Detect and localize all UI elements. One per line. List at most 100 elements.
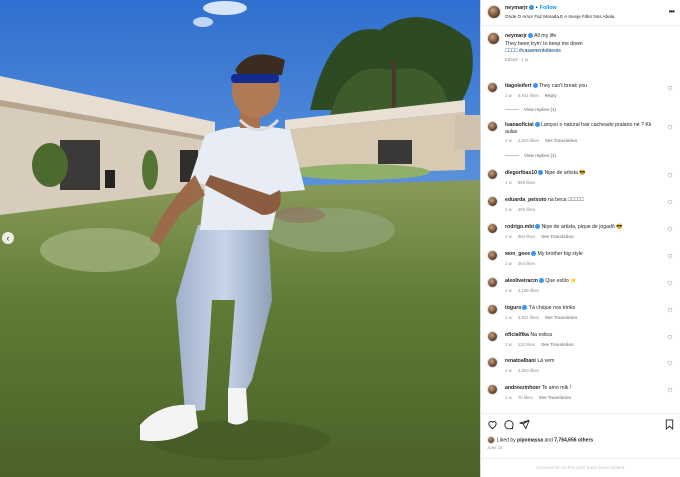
post-photo[interactable]: ‹	[0, 0, 480, 477]
view-replies-button[interactable]: View replies (1)	[505, 107, 556, 112]
comment-likes[interactable]: 70 likes	[518, 395, 533, 400]
comment-text: Te amo mlk !	[541, 385, 572, 391]
comment-likes[interactable]: 2,504 likes	[518, 138, 539, 143]
caption-username[interactable]: neymarjr	[505, 33, 527, 39]
comment-item: won_geee My brother big style 1 w 364 lik…	[487, 250, 677, 274]
heart-icon[interactable]	[487, 419, 498, 430]
comment-likes[interactable]: 5,641 likes	[518, 93, 539, 98]
liked-user[interactable]: pipomassa	[517, 437, 543, 443]
avatar[interactable]	[487, 304, 498, 315]
avatar[interactable]	[487, 121, 498, 132]
comment-text: Nipe de artista, pique de jogadô 😎	[541, 224, 623, 230]
avatar[interactable]	[487, 384, 498, 395]
comment-time: 1 w	[505, 93, 512, 98]
comment-likes[interactable]: 480 likes	[518, 207, 535, 212]
caption-line3[interactable]: □□□□ #casamentobieois	[505, 48, 561, 54]
heart-icon[interactable]	[667, 280, 673, 286]
verified-icon	[538, 169, 544, 175]
liked-by[interactable]: Liked by pipomassa and 7,764,656 others	[487, 435, 593, 444]
comment-time: 1 w	[505, 180, 512, 185]
verified-icon	[534, 121, 540, 127]
comment-username[interactable]: tiagoleifert	[505, 83, 532, 89]
heart-icon[interactable]	[667, 85, 673, 91]
heart-icon[interactable]	[667, 124, 673, 130]
comment-time: 1 w	[505, 207, 512, 212]
share-icon[interactable]	[519, 419, 530, 430]
comment-likes[interactable]: 364 likes	[518, 261, 535, 266]
comment-text: Tá chique nos trinks	[528, 305, 576, 311]
avatar[interactable]	[487, 277, 498, 288]
comment-username[interactable]: toguro	[505, 305, 521, 311]
comment-text: My brother big style	[537, 251, 583, 257]
comment-item: toguro Tá chique nos trinks 1 w 3,921 lik…	[487, 304, 677, 328]
heart-icon[interactable]	[667, 307, 673, 313]
comment-text: Nipe de artista 😎	[544, 170, 586, 176]
avatar[interactable]	[487, 32, 500, 45]
caption-meta: Edited · 1 w	[505, 56, 529, 62]
comment-likes[interactable]: 3,921 likes	[518, 315, 539, 320]
post-location[interactable]: Onde O Amor Faz Morada E A Inveja Fdko N…	[505, 14, 614, 19]
comment-text: Lançou o natural hair cacheado praiano n…	[541, 122, 652, 128]
comment-text: Que estilo ⭐	[545, 278, 577, 284]
heart-icon[interactable]	[667, 334, 673, 340]
author-username[interactable]: neymarjr	[505, 5, 528, 11]
avatar[interactable]	[487, 196, 498, 207]
heart-icon[interactable]	[667, 172, 673, 178]
see-translation-button[interactable]: See Translation	[545, 138, 577, 143]
verified-icon	[522, 304, 528, 310]
avatar[interactable]	[487, 82, 498, 93]
avatar[interactable]	[487, 223, 498, 234]
comment-likes[interactable]: 132 likes	[518, 342, 535, 347]
post-date[interactable]: JUNE 28	[487, 446, 502, 450]
comment-username[interactable]: renatoalbani	[505, 358, 536, 364]
comment-username[interactable]: aleoliveiracm	[505, 278, 538, 284]
heart-icon[interactable]	[667, 387, 673, 393]
avatar[interactable]	[487, 169, 498, 180]
avatar[interactable]	[487, 357, 498, 368]
see-translation-button[interactable]: See Translation	[541, 234, 573, 239]
comment-time: 1 w	[505, 315, 512, 320]
follow-button[interactable]: Follow	[540, 5, 557, 11]
more-horizontal-icon[interactable]: •••	[669, 7, 675, 16]
comment-username[interactable]: eduarda_peixoto	[505, 197, 547, 203]
comment-text: They can't break you	[538, 83, 587, 89]
heart-icon[interactable]	[667, 226, 673, 232]
chevron-left-icon[interactable]: ‹	[2, 232, 14, 244]
comment-username[interactable]: luanaoficial	[505, 122, 534, 128]
see-translation-button[interactable]: See Translation	[541, 342, 573, 347]
avatar[interactable]	[487, 5, 501, 19]
avatar[interactable]	[487, 250, 498, 261]
comment-username[interactable]: diegoribas10	[505, 170, 537, 176]
verified-icon	[538, 277, 544, 283]
liked-prefix: Liked by	[497, 437, 516, 444]
view-replies-button[interactable]: View replies (1)	[505, 153, 556, 158]
comment-icon[interactable]	[503, 419, 514, 430]
comment-likes[interactable]: 884 likes	[518, 234, 535, 239]
reply-button[interactable]: Reply	[545, 93, 557, 98]
see-translation-button[interactable]: See Translation	[539, 395, 571, 400]
comment-username[interactable]: won_geee	[505, 251, 530, 257]
comment-item: aleoliveiracm Que estilo ⭐ 1 w 2,186 like…	[487, 277, 677, 301]
comment-likes[interactable]: 2,186 likes	[518, 288, 539, 293]
comment-username[interactable]: rodrigo.mbt	[505, 224, 534, 230]
post-image	[0, 0, 480, 477]
avatar[interactable]	[487, 331, 498, 342]
comment-time: 1 w	[505, 261, 512, 266]
heart-icon[interactable]	[667, 199, 673, 205]
verified-icon	[535, 223, 541, 229]
bookmark-icon[interactable]	[664, 419, 675, 430]
comment-username[interactable]: oficialfika	[505, 332, 529, 338]
heart-icon[interactable]	[667, 360, 673, 366]
verified-icon	[528, 4, 534, 10]
verified-icon	[527, 32, 533, 38]
comment-likes[interactable]: 966 likes	[518, 180, 535, 185]
comment-username[interactable]: andreezinhoer	[505, 385, 540, 391]
see-translation-button[interactable]: See Translation	[545, 315, 577, 320]
comment-likes[interactable]: 2,654 likes	[518, 368, 539, 373]
liked-count[interactable]: 7,764,656 others	[554, 437, 593, 443]
comment-text: na beca □□□□□	[547, 197, 584, 203]
heart-icon[interactable]	[667, 253, 673, 259]
comments-list[interactable]: neymarjr All my life They been tryin' to…	[481, 27, 680, 413]
comment-time: 1 w	[505, 395, 512, 400]
comment-time: 1 w	[505, 342, 512, 347]
